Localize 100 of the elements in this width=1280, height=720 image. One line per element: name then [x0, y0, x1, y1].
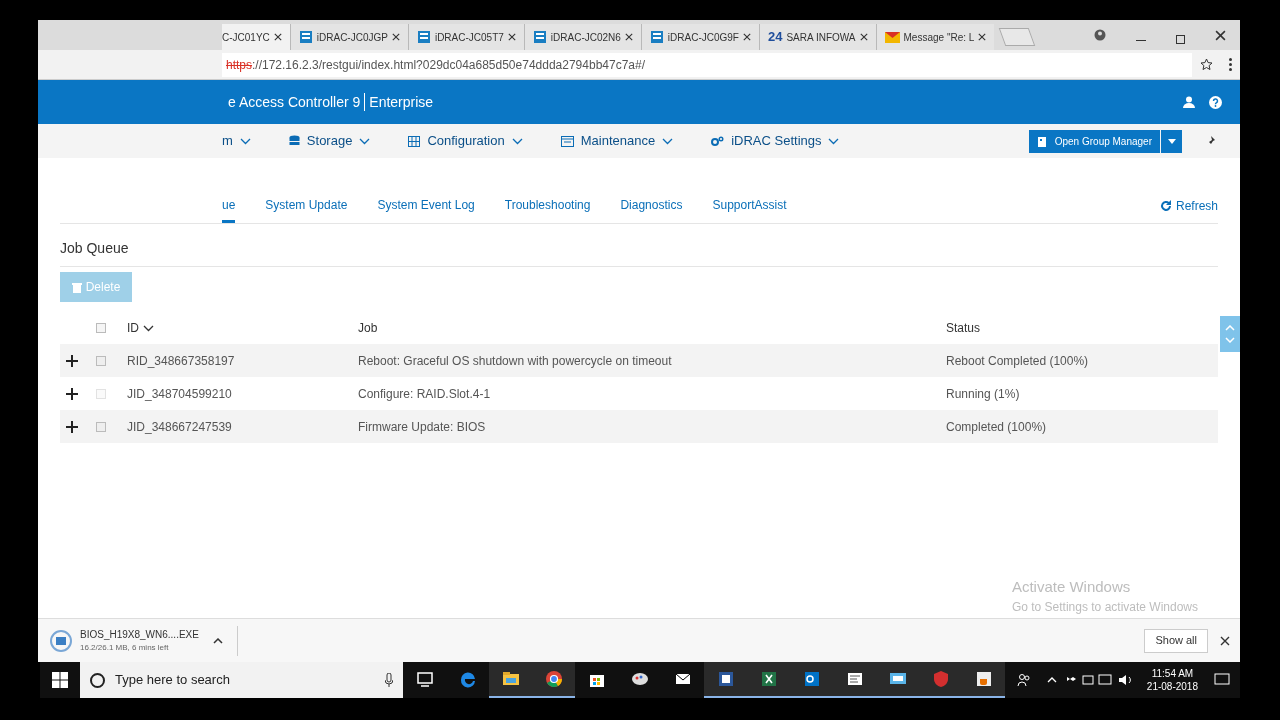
table-row[interactable]: JID_348667247539 Firmware Update: BIOS Completed (100%): [60, 410, 1218, 443]
table-cell-text: Running (1%): [946, 385, 1020, 403]
plus-icon[interactable]: [66, 387, 78, 400]
help-icon[interactable]: [1209, 95, 1222, 109]
table-row[interactable]: RID_348667358197 Reboot: Graceful OS shutdown with powercycle on timeout Reboot Completed (100%): [60, 344, 1218, 377]
close-icon[interactable]: [1220, 635, 1230, 646]
restore-icon[interactable]: [1176, 35, 1185, 44]
tab-title: iDRAC-JC0G9F: [667, 30, 739, 45]
sub-tab[interactable]: System Event Log: [377, 196, 475, 223]
browser-tab[interactable]: iDRAC-JC0JGP: [289, 24, 408, 50]
star-icon[interactable]: [1200, 58, 1213, 71]
table-cell-text: JID_348667247539: [127, 418, 233, 436]
tab-title: Message "Re: L: [903, 30, 975, 45]
edition-label: Enterprise: [369, 92, 434, 112]
activation-title: Activate Windows: [1011, 576, 1132, 597]
tab-title: iDRAC-JC0JGP: [316, 30, 388, 45]
cortana-icon: [90, 672, 105, 688]
database-icon: [288, 135, 300, 147]
chevron-down-icon: [359, 137, 371, 145]
taskbar-search-field[interactable]: Type here to search: [80, 662, 403, 698]
table-cell-text: Reboot: Graceful OS shutdown with powercycle on timeout: [358, 352, 673, 370]
server-icon: [298, 30, 313, 44]
download-status-text: 16.2/26.1 MB, 6 mins left: [80, 642, 170, 654]
row-checkbox[interactable]: [96, 421, 106, 432]
close-icon[interactable]: [859, 33, 868, 41]
sub-tab[interactable]: ue: [222, 196, 236, 223]
task-view-icon: [414, 669, 435, 689]
plus-icon[interactable]: [66, 420, 78, 433]
clock-time[interactable]: 11:54 AM: [1151, 667, 1194, 680]
browser-tab[interactable]: C-JC01YC: [222, 24, 290, 50]
installer-icon: [50, 629, 72, 652]
chevron-down-icon: [662, 137, 674, 145]
nav-menu[interactable]: iDRAC Settings: [711, 131, 840, 151]
select-all-checkbox[interactable]: [96, 323, 106, 333]
chevron-down-icon: [143, 324, 154, 332]
table-cell-text: Completed (100%): [946, 418, 1047, 436]
trash-icon: [71, 281, 82, 293]
column-header: Status: [946, 320, 981, 337]
open-group-manager-button[interactable]: Open Group Manager: [1028, 129, 1160, 153]
download-filename[interactable]: BIOS_H19X8_WN6....EXE: [80, 627, 199, 642]
browser-tab[interactable]: iDRAC-JC0G9F: [640, 24, 759, 50]
chevron-down-icon: [1225, 337, 1235, 343]
refresh-icon: [1159, 200, 1172, 212]
tab-title: SARA INFOWA: [786, 30, 856, 45]
close-icon[interactable]: [507, 33, 516, 41]
app-title: e Access Controller 9: [228, 92, 361, 112]
table-cell-text: Firmware Update: BIOS: [358, 418, 487, 436]
nav-menu[interactable]: m: [222, 131, 251, 151]
refresh-button[interactable]: Refresh: [1159, 197, 1218, 215]
profile-icon[interactable]: [1094, 29, 1106, 41]
address-field[interactable]: https://172.16.2.3/restgui/index.html?029dc04a685d50e74ddda2794bb47c7a#/: [222, 52, 1192, 77]
chevron-down-icon: [239, 137, 251, 145]
browser-tab[interactable]: iDRAC-JC05T7: [407, 24, 524, 50]
server-icon: [532, 30, 547, 44]
row-checkbox[interactable]: [96, 355, 106, 366]
sub-tab[interactable]: Diagnostics: [620, 196, 683, 223]
windows-start-icon[interactable]: [52, 672, 68, 688]
sub-tab[interactable]: Troubleshooting: [504, 196, 591, 223]
site-logo: 24: [767, 28, 783, 47]
tab-title: iDRAC-JC02N6: [550, 30, 621, 45]
user-icon[interactable]: [1183, 96, 1195, 108]
server-icon: [416, 30, 431, 44]
close-icon[interactable]: [978, 33, 987, 41]
close-icon[interactable]: [1215, 30, 1226, 41]
table-cell-text: Configure: RAID.Slot.4-1: [358, 385, 492, 403]
close-icon[interactable]: [391, 33, 400, 41]
menu-icon[interactable]: [1229, 58, 1232, 71]
table-cell-text: JID_348704599210: [127, 385, 233, 403]
dropdown-button[interactable]: [1161, 129, 1182, 153]
people-icon[interactable]: [1016, 673, 1031, 687]
column-header: Job: [358, 320, 379, 337]
show-all-button[interactable]: Show all: [1144, 628, 1208, 653]
browser-tab[interactable]: iDRAC-JC02N6: [523, 24, 641, 50]
notification-icon[interactable]: [1214, 673, 1230, 687]
plus-icon[interactable]: [66, 354, 78, 367]
caret-icon: [1167, 138, 1176, 144]
chrome-icon: [543, 669, 564, 689]
chevron-down-icon: [511, 137, 523, 145]
chevron-down-icon: [828, 137, 840, 145]
nav-menu[interactable]: Maintenance: [560, 131, 674, 151]
browser-tab[interactable]: 24 SARA INFOWA: [758, 24, 876, 50]
window-icon: [560, 135, 574, 147]
grid-icon: [408, 135, 421, 147]
nav-menu[interactable]: Configuration: [408, 131, 523, 151]
sub-tab[interactable]: SupportAssist: [712, 196, 787, 223]
clock-date[interactable]: 21-08-2018: [1146, 680, 1198, 693]
tab-title: iDRAC-JC05T7: [434, 30, 504, 45]
table-cell-text: RID_348667358197: [127, 352, 236, 370]
nav-menu[interactable]: Storage: [288, 131, 371, 151]
column-header[interactable]: ID: [127, 319, 358, 337]
table-cell-text: Reboot Completed (100%): [946, 352, 1089, 370]
chevron-up-icon: [1225, 325, 1235, 331]
close-icon[interactable]: [624, 33, 633, 41]
chevron-up-icon[interactable]: [212, 637, 223, 644]
browser-tab[interactable]: Message "Re: L: [875, 24, 995, 50]
close-icon[interactable]: [742, 33, 751, 41]
microphone-icon: [385, 673, 393, 687]
sub-tab[interactable]: System Update: [265, 196, 348, 223]
close-icon[interactable]: [273, 33, 282, 41]
tab-title: C-JC01YC: [222, 30, 270, 45]
